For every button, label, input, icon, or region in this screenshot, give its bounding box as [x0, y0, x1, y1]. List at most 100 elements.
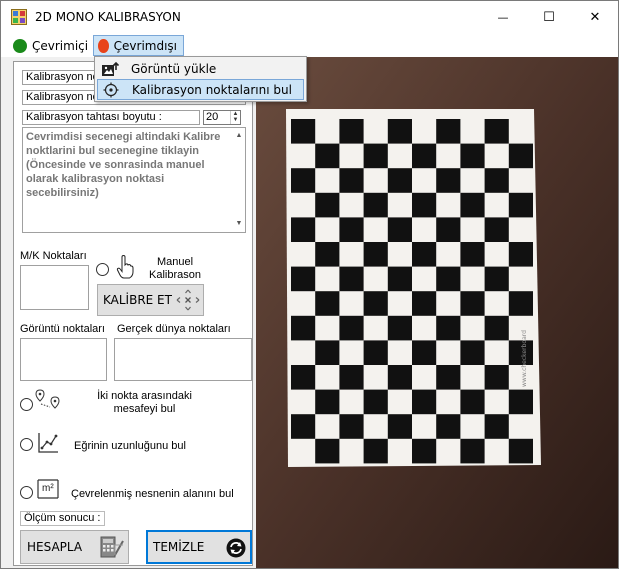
checker-square — [436, 168, 461, 193]
checker-square — [363, 438, 388, 464]
checker-square — [387, 315, 412, 341]
curve-option-radio[interactable] — [20, 438, 33, 451]
close-icon: ✕ — [589, 9, 601, 25]
checker-square — [387, 365, 412, 390]
checker-square — [291, 217, 316, 242]
scroll-down-icon[interactable]: ▼ — [233, 217, 245, 231]
checker-square — [412, 192, 437, 218]
checker-square — [508, 143, 533, 169]
menu-item-find-calibration-points-label: Kalibrasyon noktalarını bul — [132, 82, 292, 97]
target-icon — [103, 82, 119, 97]
checker-square — [291, 168, 316, 193]
menu-online-label: Çevrimiçi — [32, 38, 89, 53]
spinner-arrows[interactable]: ▲ ▼ — [230, 111, 240, 124]
manual-calibration-radio[interactable] — [96, 263, 109, 276]
curve-option-label: Eğrinin uzunluğunu bul — [74, 440, 186, 452]
checker-square — [315, 340, 340, 365]
checker-square — [315, 291, 340, 316]
checker-square — [436, 217, 461, 242]
checker-square — [436, 266, 461, 292]
checker-square — [291, 414, 316, 439]
window-title: 2D MONO KALIBRASYON — [35, 10, 181, 24]
checker-square — [291, 315, 316, 341]
distance-pins-icon — [35, 389, 60, 409]
image-points-box[interactable] — [20, 338, 107, 381]
checker-square — [508, 242, 533, 267]
checker-square — [508, 438, 533, 464]
menu-item-find-calibration-points[interactable]: Kalibrasyon noktalarını bul — [97, 79, 304, 100]
area-icon-text: m² — [42, 483, 54, 494]
checker-square — [412, 143, 437, 169]
checker-square — [484, 365, 509, 390]
distance-option-label: İki nokta arasındaki mesafeyi bul — [97, 390, 192, 415]
checker-square — [412, 389, 437, 415]
image-preview-panel[interactable]: www.checkerboard — [256, 57, 618, 568]
area-icon: m² — [37, 479, 59, 499]
instructions-textarea[interactable]: Cevrimdisi secenegi altindaki Kalibre no… — [22, 127, 246, 233]
title-bar: 2D MONO KALIBRASYON — ☐ ✕ — [1, 1, 618, 33]
refresh-icon — [226, 538, 246, 558]
checker-square — [412, 242, 437, 267]
checker-square — [460, 242, 485, 267]
checker-square — [436, 315, 461, 341]
checker-square — [484, 168, 509, 193]
checker-square — [387, 414, 412, 439]
checker-square — [508, 389, 533, 415]
checker-square — [315, 242, 340, 267]
offline-status-icon — [98, 38, 109, 53]
offline-dropdown-menu: Görüntü yükle Kalibrasyon noktalarını bu… — [94, 56, 307, 102]
distance-option-radio[interactable] — [20, 398, 33, 411]
image-upload-icon — [102, 61, 119, 76]
hand-pointer-icon — [116, 255, 134, 279]
checker-square — [436, 119, 461, 144]
checker-square — [460, 143, 485, 169]
calibrate-button[interactable]: KALİBRE ET — [97, 284, 204, 316]
left-panel: Kalibrasyon no Kalibrasyon no Kalibrasyo… — [13, 61, 253, 566]
calculate-button[interactable]: HESAPLA — [20, 530, 129, 564]
calibrate-button-label: KALİBRE ET — [103, 293, 172, 307]
checker-square — [339, 414, 364, 439]
board-size-spinner[interactable]: 20 ▲ ▼ — [203, 110, 241, 125]
app-icon — [11, 9, 27, 25]
manual-calibration-label: Manuel Kalibrason — [149, 256, 201, 281]
checker-square — [339, 266, 364, 292]
checker-square — [484, 414, 509, 439]
menu-item-load-image[interactable]: Görüntü yükle — [97, 58, 304, 79]
checker-square — [363, 192, 388, 218]
checker-square — [484, 266, 509, 292]
world-points-box[interactable] — [114, 338, 252, 381]
checker-square — [339, 315, 364, 341]
checker-square — [315, 438, 340, 464]
checker-square — [412, 438, 437, 464]
mk-points-box[interactable] — [20, 265, 89, 310]
minimize-button[interactable]: — — [480, 1, 526, 33]
checker-square — [508, 192, 533, 218]
image-points-label: Görüntü noktaları — [20, 323, 105, 335]
scroll-up-icon[interactable]: ▲ — [233, 129, 245, 143]
checker-square — [387, 168, 412, 193]
checker-square — [315, 143, 340, 169]
checker-square — [387, 217, 412, 242]
checker-square — [412, 291, 437, 316]
maximize-icon: ☐ — [543, 9, 555, 25]
area-option-radio[interactable] — [20, 486, 33, 499]
checker-square — [363, 340, 388, 365]
checker-square — [363, 242, 388, 267]
checker-square — [291, 365, 316, 390]
checkerboard-side-text: www.checkerboard — [521, 330, 528, 387]
checker-square — [436, 365, 461, 390]
checker-square — [339, 217, 364, 242]
checker-square — [387, 266, 412, 292]
checker-square — [387, 119, 412, 144]
checker-square — [412, 340, 437, 365]
clear-button[interactable]: TEMİZLE — [146, 530, 252, 564]
checker-square — [460, 340, 485, 365]
checker-square — [460, 291, 485, 316]
close-button[interactable]: ✕ — [572, 1, 618, 33]
maximize-button[interactable]: ☐ — [526, 1, 572, 33]
checker-square — [460, 438, 485, 464]
menu-offline[interactable]: Çevrimdışı — [93, 35, 184, 56]
checker-square — [363, 389, 388, 415]
online-status-icon — [13, 38, 27, 53]
menu-online[interactable]: Çevrimiçi — [9, 35, 94, 56]
